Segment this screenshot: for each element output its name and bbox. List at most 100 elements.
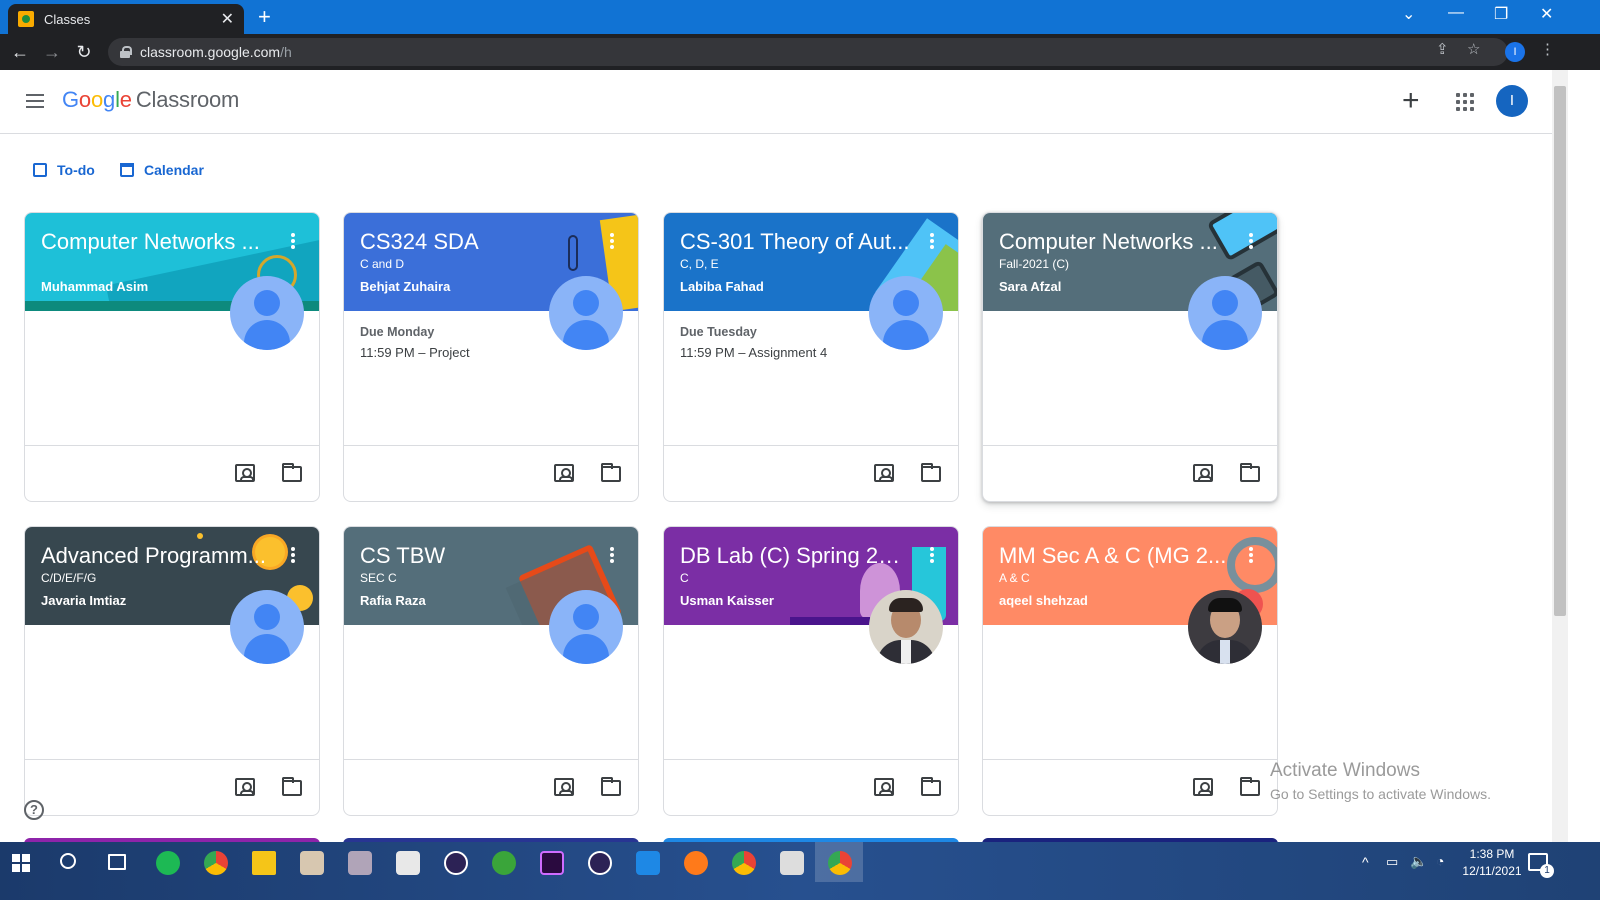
bookmark-star-icon[interactable]: ☆ bbox=[1467, 40, 1480, 58]
blender-icon[interactable] bbox=[684, 851, 708, 875]
more-options-icon[interactable] bbox=[291, 547, 295, 563]
class-card[interactable]: CS-301 Theory of Aut... C, D, E Labiba F… bbox=[663, 212, 959, 502]
your-work-icon[interactable] bbox=[554, 464, 574, 482]
eclipse-icon[interactable] bbox=[588, 851, 612, 875]
close-tab-icon[interactable]: ✕ bbox=[221, 9, 234, 29]
eclipse-icon[interactable] bbox=[444, 851, 468, 875]
class-drive-folder-icon[interactable] bbox=[1240, 463, 1260, 482]
class-drive-folder-icon[interactable] bbox=[601, 777, 621, 796]
class-card[interactable]: MM Sec A & C (MG 2... A & C aqeel shehza… bbox=[982, 526, 1278, 816]
class-title[interactable]: MM Sec A & C (MG 2... bbox=[999, 543, 1229, 569]
volume-icon[interactable]: 🔈 bbox=[1410, 853, 1427, 870]
reload-button[interactable]: ↻ bbox=[72, 40, 96, 64]
class-title[interactable]: Computer Networks ... bbox=[41, 229, 271, 255]
page-scrollbar-thumb[interactable] bbox=[1554, 86, 1566, 616]
class-card[interactable]: CS TBW SEC C Rafia Raza bbox=[343, 526, 639, 816]
your-work-icon[interactable] bbox=[1193, 778, 1213, 796]
google-classroom-logo[interactable]: Google Classroom bbox=[62, 87, 239, 113]
class-title[interactable]: CS324 SDA bbox=[360, 229, 590, 255]
file-explorer-icon[interactable] bbox=[252, 851, 276, 875]
new-tab-button[interactable]: + bbox=[258, 4, 271, 30]
taskbar-date: 12/11/2021 bbox=[1462, 864, 1522, 878]
class-title[interactable]: CS-301 Theory of Aut... bbox=[680, 229, 910, 255]
share-icon[interactable]: ⇪ bbox=[1436, 40, 1449, 58]
spotify-icon[interactable] bbox=[156, 851, 180, 875]
chrome-icon[interactable] bbox=[204, 851, 228, 875]
more-options-icon[interactable] bbox=[930, 547, 934, 563]
class-drive-folder-icon[interactable] bbox=[1240, 777, 1260, 796]
class-card[interactable]: DB Lab (C) Spring 2021 C Usman Kaisser bbox=[663, 526, 959, 816]
more-options-icon[interactable] bbox=[610, 233, 614, 249]
class-drive-folder-icon[interactable] bbox=[601, 463, 621, 482]
browser-tab-classes[interactable]: Classes ✕ bbox=[8, 4, 244, 34]
windows-start-icon[interactable] bbox=[12, 854, 30, 872]
browser-menu-icon[interactable]: ⋮ bbox=[1540, 40, 1555, 58]
teacher-avatar bbox=[230, 276, 304, 350]
main-menu-icon[interactable] bbox=[26, 94, 44, 108]
close-window-button[interactable]: ✕ bbox=[1540, 4, 1553, 24]
teacher-photo-avatar bbox=[1188, 590, 1262, 664]
taskbar-clock[interactable]: 1:38 PM 12/11/2021 bbox=[1462, 847, 1522, 878]
minimize-button[interactable]: — bbox=[1448, 4, 1464, 22]
outlook-icon[interactable] bbox=[636, 851, 660, 875]
teacher-avatar bbox=[869, 276, 943, 350]
game-app-icon[interactable] bbox=[300, 851, 324, 875]
more-options-icon[interactable] bbox=[930, 233, 934, 249]
help-icon[interactable]: ? bbox=[24, 800, 44, 820]
tab-search-icon[interactable]: ⌄ bbox=[1402, 4, 1415, 24]
class-title[interactable]: Computer Networks ... bbox=[999, 229, 1229, 255]
class-drive-folder-icon[interactable] bbox=[282, 463, 302, 482]
teacher-avatar bbox=[1188, 276, 1262, 350]
notifications-icon[interactable]: 1 bbox=[1528, 853, 1554, 878]
your-work-icon[interactable] bbox=[874, 778, 894, 796]
class-title[interactable]: Advanced Programm... bbox=[41, 543, 271, 569]
show-hidden-icons-icon[interactable]: ^ bbox=[1362, 854, 1369, 870]
class-drive-folder-icon[interactable] bbox=[921, 463, 941, 482]
classroom-favicon-icon bbox=[18, 11, 34, 27]
class-drive-folder-icon[interactable] bbox=[282, 777, 302, 796]
your-work-icon[interactable] bbox=[554, 778, 574, 796]
class-drive-folder-icon[interactable] bbox=[921, 777, 941, 796]
search-icon[interactable] bbox=[60, 853, 76, 869]
xbox-icon[interactable] bbox=[492, 851, 516, 875]
unity-icon[interactable] bbox=[396, 851, 420, 875]
back-button[interactable]: ← bbox=[8, 40, 32, 64]
class-card[interactable]: CS324 SDA C and D Behjat Zuhaira Due Mon… bbox=[343, 212, 639, 502]
your-work-icon[interactable] bbox=[235, 778, 255, 796]
browser-toolbar: ← → ↻ classroom.google.com/h ⇪ ☆ ⋮ bbox=[0, 34, 1600, 70]
more-options-icon[interactable] bbox=[291, 233, 295, 249]
address-bar[interactable]: classroom.google.com/h bbox=[108, 38, 1508, 66]
restore-button[interactable]: ❐ bbox=[1494, 4, 1508, 24]
google-apps-icon[interactable] bbox=[1456, 93, 1474, 111]
account-avatar[interactable]: I bbox=[1496, 85, 1528, 117]
browser-profile-avatar[interactable]: I bbox=[1505, 42, 1525, 62]
create-or-join-class-button[interactable]: + bbox=[1402, 84, 1420, 118]
chrome-active-icon[interactable] bbox=[828, 851, 852, 875]
your-work-icon[interactable] bbox=[1193, 464, 1213, 482]
class-title[interactable]: DB Lab (C) Spring 2021 bbox=[680, 543, 910, 569]
taskbar-time: 1:38 PM bbox=[1469, 847, 1515, 861]
more-options-icon[interactable] bbox=[1249, 233, 1253, 249]
forward-button[interactable]: → bbox=[40, 40, 64, 64]
game-app-icon[interactable] bbox=[348, 851, 372, 875]
your-work-icon[interactable] bbox=[235, 464, 255, 482]
class-card[interactable]: Advanced Programm... C/D/E/F/G Javaria I… bbox=[24, 526, 320, 816]
wifi-icon[interactable]: ◔ bbox=[1436, 853, 1444, 869]
task-view-icon[interactable] bbox=[108, 854, 126, 870]
calendar-link[interactable]: Calendar bbox=[120, 162, 204, 178]
class-title[interactable]: CS TBW bbox=[360, 543, 590, 569]
class-card[interactable]: Computer Networks ... Muhammad Asim bbox=[24, 212, 320, 502]
battery-icon[interactable]: ▭ bbox=[1386, 854, 1398, 870]
more-options-icon[interactable] bbox=[1249, 547, 1253, 563]
more-options-icon[interactable] bbox=[610, 547, 614, 563]
chrome-profile-icon[interactable] bbox=[732, 851, 756, 875]
todo-link[interactable]: To-do bbox=[33, 162, 95, 178]
your-work-icon[interactable] bbox=[874, 464, 894, 482]
class-card-footer bbox=[664, 759, 958, 815]
premiere-pro-icon[interactable] bbox=[540, 851, 564, 875]
class-card[interactable]: Computer Networks ... Fall-2021 (C) Sara… bbox=[982, 212, 1278, 502]
class-section: C bbox=[680, 571, 689, 585]
game-app-icon[interactable] bbox=[780, 851, 804, 875]
tab-title: Classes bbox=[44, 11, 91, 27]
classroom-header: Google Classroom + I bbox=[0, 70, 1552, 134]
